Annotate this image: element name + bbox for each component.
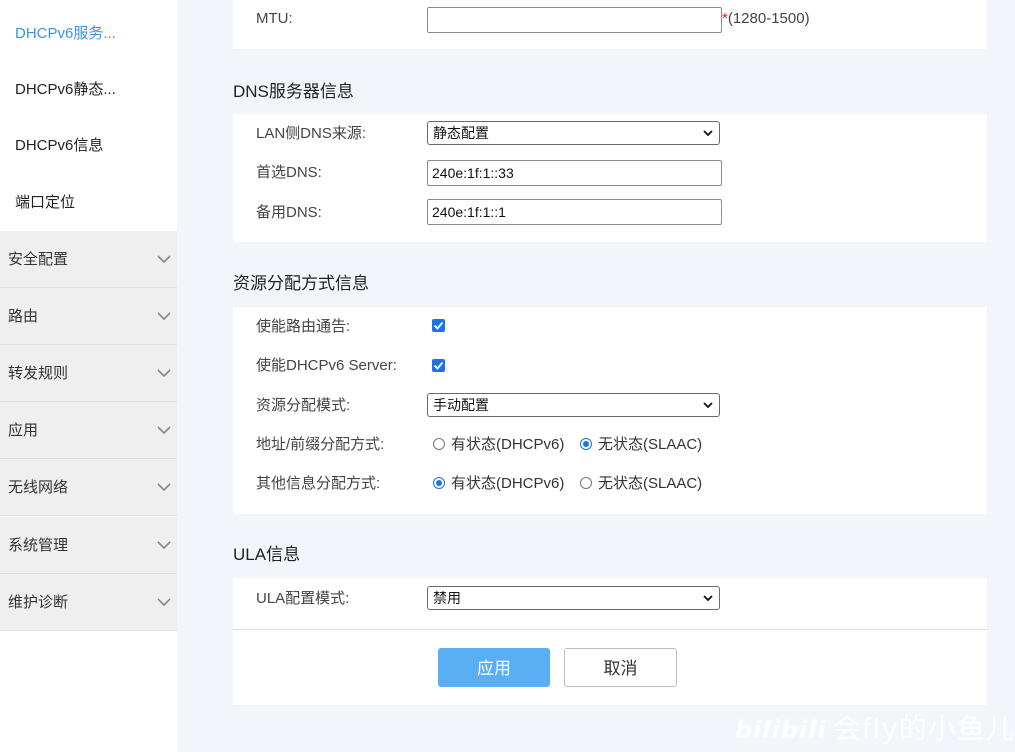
sidebar-group-label: 安全配置: [8, 251, 69, 268]
cancel-button[interactable]: 取消: [564, 648, 677, 687]
dns-section-title: DNS服务器信息: [233, 82, 354, 101]
dns-source-select[interactable]: 静态配置: [427, 121, 720, 145]
router-adv-label: 使能路由通告:: [256, 318, 351, 335]
secondary-dns-label: 备用DNS:: [256, 204, 322, 221]
sidebar-group-security[interactable]: 安全配置: [0, 231, 177, 288]
other-alloc-label: 其他信息分配方式:: [256, 475, 381, 492]
sidebar: DHCPv6服务... DHCPv6静态... DHCPv6信息 端口定位 安全…: [0, 0, 177, 752]
mtu-hint: *(1280-1500): [722, 8, 810, 30]
dns-source-label: LAN侧DNS来源:: [256, 125, 367, 142]
addr-stateless-radio[interactable]: [580, 438, 592, 450]
sidebar-group-applications[interactable]: 应用: [0, 402, 177, 459]
ula-section-title: ULA信息: [233, 545, 301, 564]
sidebar-group-label: 维护诊断: [8, 594, 69, 611]
dhcp-server-checkbox[interactable]: [432, 359, 445, 372]
sidebar-group-forwarding[interactable]: 转发规则: [0, 345, 177, 402]
sidebar-item-dhcpv6-info[interactable]: DHCPv6信息: [0, 117, 177, 174]
sidebar-group-diagnostics[interactable]: 维护诊断: [0, 574, 177, 631]
other-stateful-radio[interactable]: [433, 477, 445, 489]
addr-stateful-radio[interactable]: [433, 438, 445, 450]
ula-mode-value: 禁用: [433, 590, 461, 606]
router-adv-checkbox[interactable]: [432, 319, 445, 332]
sidebar-item-port-locate[interactable]: 端口定位: [0, 174, 177, 231]
ula-mode-label: ULA配置模式:: [256, 590, 350, 607]
sidebar-group-label: 转发规则: [8, 365, 69, 382]
primary-dns-label: 首选DNS:: [256, 164, 322, 181]
primary-dns-input[interactable]: [427, 160, 722, 186]
addr-stateless-label: 无状态(SLAAC): [598, 436, 703, 453]
chevron-down-icon: [157, 312, 171, 321]
apply-button[interactable]: 应用: [438, 648, 550, 687]
dns-source-value: 静态配置: [433, 125, 489, 141]
mtu-input[interactable]: [427, 7, 722, 33]
alloc-mode-value: 手动配置: [433, 397, 489, 413]
chevron-down-icon: [703, 595, 713, 602]
addr-stateful-label: 有状态(DHCPv6): [451, 436, 565, 453]
chevron-down-icon: [157, 369, 171, 378]
watermark-text: 会fly的小鱼儿: [832, 712, 1015, 745]
sidebar-group-label: 无线网络: [8, 479, 69, 496]
secondary-dns-input[interactable]: [427, 199, 722, 225]
action-divider: [233, 629, 987, 630]
alloc-mode-select[interactable]: 手动配置: [427, 393, 720, 417]
chevron-down-icon: [157, 426, 171, 435]
mtu-label: MTU:: [256, 10, 293, 27]
dhcp-server-label: 使能DHCPv6 Server:: [256, 357, 397, 374]
chevron-down-icon: [157, 255, 171, 264]
sidebar-group-label: 系统管理: [8, 537, 69, 554]
mtu-range: (1280-1500): [727, 10, 810, 27]
chevron-down-icon: [703, 402, 713, 409]
addr-alloc-label: 地址/前缀分配方式:: [256, 436, 385, 453]
sidebar-group-label: 路由: [8, 308, 39, 325]
alloc-mode-label: 资源分配模式:: [256, 397, 351, 414]
chevron-down-icon: [157, 598, 171, 607]
check-icon: [433, 321, 444, 330]
watermark: bilibili 会fly的小鱼儿: [735, 712, 1015, 747]
other-stateful-label: 有状态(DHCPv6): [451, 475, 565, 492]
chevron-down-icon: [703, 130, 713, 137]
sidebar-group-label: 应用: [8, 422, 39, 439]
sidebar-group-routing[interactable]: 路由: [0, 288, 177, 345]
check-icon: [433, 361, 444, 370]
ula-mode-select[interactable]: 禁用: [427, 586, 720, 610]
chevron-down-icon: [157, 541, 171, 550]
sidebar-group-system[interactable]: 系统管理: [0, 517, 177, 574]
sidebar-group-wireless[interactable]: 无线网络: [0, 459, 177, 516]
other-stateless-label: 无状态(SLAAC): [598, 475, 703, 492]
other-stateless-radio[interactable]: [580, 477, 592, 489]
watermark-brand: bilibili: [735, 716, 827, 744]
resource-section-title: 资源分配方式信息: [233, 274, 369, 293]
sidebar-item-dhcpv6-static[interactable]: DHCPv6静态...: [0, 61, 177, 118]
chevron-down-icon: [157, 483, 171, 492]
sidebar-item-dhcpv6-server[interactable]: DHCPv6服务...: [0, 5, 177, 62]
